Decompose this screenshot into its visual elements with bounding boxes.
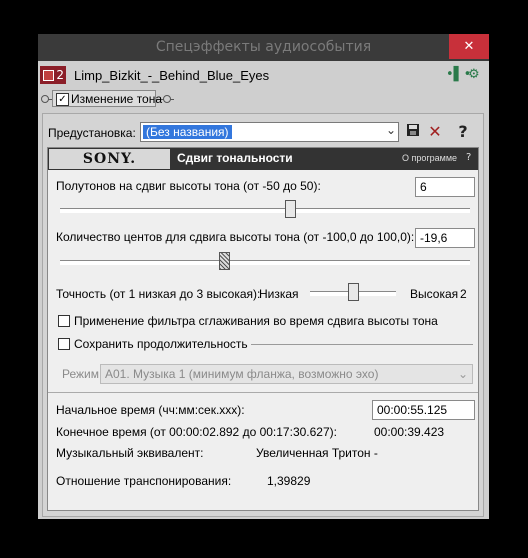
preset-panel: Предустановка: (Без названия) ⌄ ✕ ? SONY…: [42, 113, 484, 517]
antialias-label: Применение фильтра сглаживания во время …: [74, 314, 438, 328]
delete-preset-button[interactable]: ✕: [425, 122, 445, 142]
transposition-ratio-value: 1,39829: [267, 474, 311, 488]
start-time-input[interactable]: 00:00:55.125: [372, 400, 475, 420]
chain-end-node-icon: [163, 95, 171, 103]
preserve-duration-checkbox[interactable]: [58, 338, 70, 350]
preset-dropdown[interactable]: (Без названия) ⌄: [140, 122, 399, 142]
plugin-title: Сдвиг тональности: [177, 151, 293, 165]
preserve-separator: [251, 344, 473, 345]
chevron-down-icon: ⌄: [385, 123, 396, 137]
musical-equivalent-label: Музыкальный эквивалент:: [56, 446, 204, 460]
preserve-duration-label: Сохранить продолжительность: [74, 337, 248, 351]
mode-dropdown[interactable]: A01. Музыка 1 (минимум фланжа, возможно …: [100, 364, 473, 384]
title-bar: Спецэффекты аудиособытия ✕: [38, 34, 489, 61]
track-name: Limp_Bizkit_-_Behind_Blue_Eyes: [74, 68, 270, 83]
plugin-header: SONY. Сдвиг тональности О программе ?: [48, 148, 478, 170]
start-time-label: Начальное время (чч:мм:сек.ххх):: [56, 403, 245, 417]
mode-value: A01. Музыка 1 (минимум фланжа, возможно …: [105, 367, 379, 381]
accuracy-value: 2: [460, 287, 467, 301]
plugin-chain-row: ✓ Изменение тона: [38, 89, 489, 109]
end-time-label: Конечное время (от 00:00:02.892 до 00:17…: [56, 425, 337, 439]
semitones-input[interactable]: 6: [415, 177, 475, 197]
plugin-settings-icon[interactable]: ⚙: [468, 67, 480, 82]
plugin-chain-label: Изменение тона: [71, 92, 163, 106]
plugin-help-icon[interactable]: ?: [466, 152, 471, 163]
accuracy-slider-thumb[interactable]: [348, 283, 359, 301]
about-link[interactable]: О программе: [402, 153, 457, 163]
musical-equivalent-value: Увеличенная Тритон -: [256, 446, 378, 460]
window-title: Спецэффекты аудиособытия: [155, 39, 372, 55]
sony-logo: SONY.: [48, 148, 171, 170]
transposition-ratio-label: Отношение транспонирования:: [56, 474, 232, 488]
section-divider: [48, 392, 478, 393]
plugin-chain-item[interactable]: ✓ Изменение тона: [52, 90, 162, 107]
semitones-label: Полутонов на сдвиг высоты тона (от -50 д…: [56, 179, 321, 193]
end-time-value: 00:00:39.423: [374, 425, 445, 439]
accuracy-high-label: Высокая: [410, 287, 459, 301]
track-number-badge: 2: [40, 66, 66, 84]
save-icon: [407, 124, 419, 136]
track-number: 2: [56, 68, 64, 82]
close-button[interactable]: ✕: [449, 34, 489, 59]
accuracy-label: Точность (от 1 низкая до 3 высокая):: [56, 287, 261, 301]
plugin-enable-checkbox[interactable]: ✓: [56, 93, 69, 106]
cents-input[interactable]: -19,6: [415, 228, 475, 248]
chain-start-node-icon: [41, 95, 49, 103]
pitch-shift-plugin: SONY. Сдвиг тональности О программе ? По…: [47, 147, 479, 511]
semitones-slider-track[interactable]: [60, 208, 470, 213]
semitones-slider-thumb[interactable]: [284, 200, 296, 218]
help-button[interactable]: ?: [453, 122, 473, 142]
antialias-checkbox[interactable]: [58, 315, 70, 327]
track-color-icon: [43, 70, 54, 81]
audio-effects-window: Спецэффекты аудиособытия ✕ 2 Limp_Bizkit…: [38, 34, 489, 519]
chevron-down-icon: ⌄: [457, 367, 468, 381]
track-bar: 2 Limp_Bizkit_-_Behind_Blue_Eyes •▌• ⚙: [38, 61, 489, 89]
window-content: 2 Limp_Bizkit_-_Behind_Blue_Eyes •▌• ⚙ ✓…: [38, 61, 489, 519]
cents-slider-track[interactable]: [60, 260, 470, 265]
cents-slider-thumb[interactable]: [219, 252, 230, 270]
mode-label: Режим:: [62, 367, 103, 381]
accuracy-low-label: Низкая: [259, 287, 299, 301]
preset-label: Предустановка:: [48, 126, 136, 140]
cents-label: Количество центов для сдвига высоты тона…: [56, 230, 415, 244]
save-preset-button[interactable]: [403, 122, 423, 142]
preset-value: (Без названия): [143, 125, 232, 139]
